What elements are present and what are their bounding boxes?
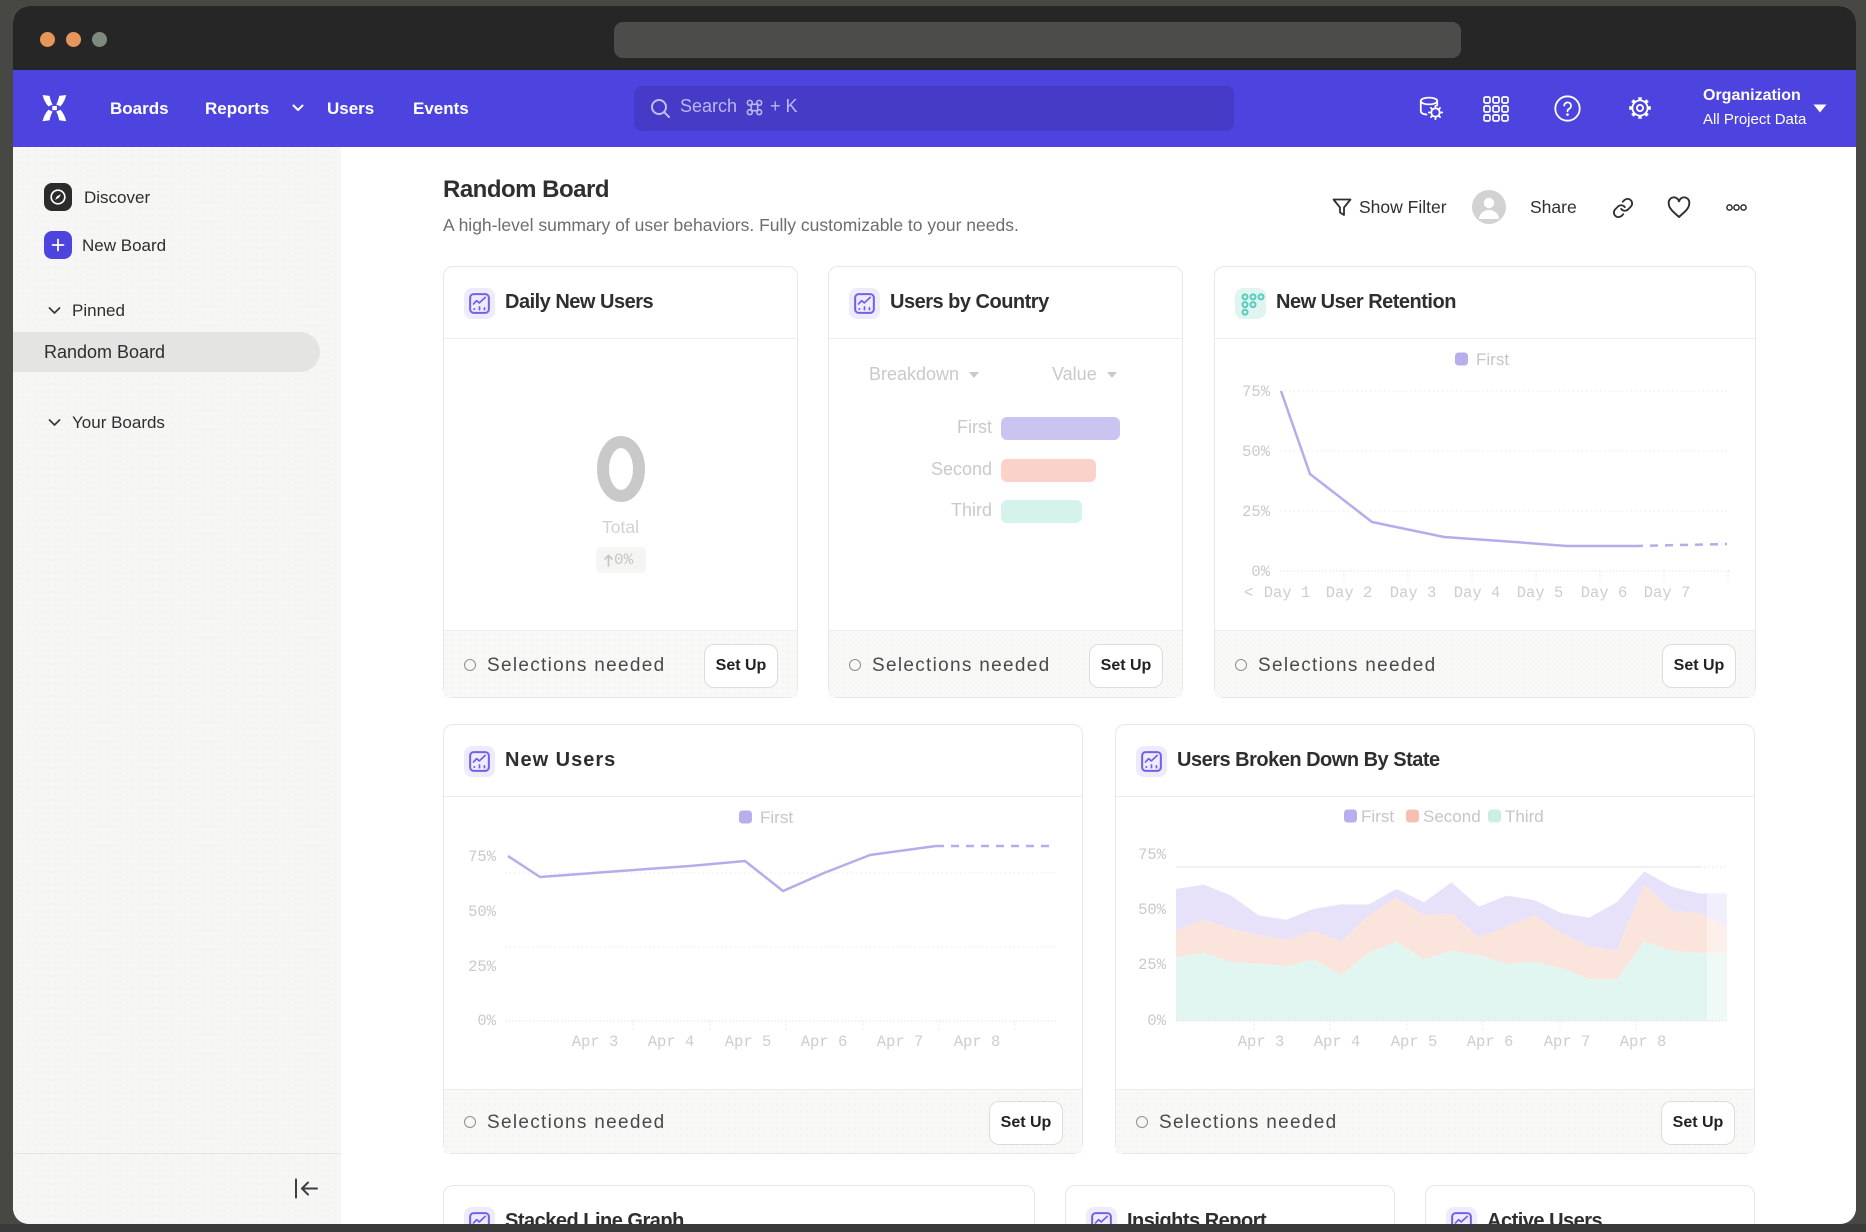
svg-text:75%: 75% xyxy=(1242,383,1271,401)
svg-text:25%: 25% xyxy=(468,958,497,976)
svg-text:Apr 5: Apr 5 xyxy=(1391,1033,1438,1051)
svg-text:Day 7: Day 7 xyxy=(1644,584,1691,602)
svg-text:Apr 7: Apr 7 xyxy=(877,1033,924,1051)
svg-text:0%: 0% xyxy=(1147,1012,1166,1030)
svg-text:Apr 5: Apr 5 xyxy=(725,1033,772,1051)
svg-text:Second: Second xyxy=(1423,807,1481,826)
svg-text:Day 1: Day 1 xyxy=(1264,584,1311,602)
svg-text:0%: 0% xyxy=(477,1012,496,1030)
svg-text:Apr 4: Apr 4 xyxy=(648,1033,695,1051)
svg-text:Apr 6: Apr 6 xyxy=(801,1033,848,1051)
svg-text:Apr 3: Apr 3 xyxy=(1238,1033,1285,1051)
svg-text:Third: Third xyxy=(1505,807,1544,826)
svg-text:Apr 3: Apr 3 xyxy=(572,1033,619,1051)
svg-text:50%: 50% xyxy=(1138,901,1167,919)
svg-text:Day 6: Day 6 xyxy=(1581,584,1628,602)
svg-text:First: First xyxy=(1476,350,1509,369)
svg-text:Day 3: Day 3 xyxy=(1390,584,1437,602)
svg-text:First: First xyxy=(1361,807,1394,826)
svg-text:50%: 50% xyxy=(468,903,497,921)
svg-text:Apr 7: Apr 7 xyxy=(1544,1033,1591,1051)
svg-text:Apr 6: Apr 6 xyxy=(1467,1033,1514,1051)
svg-text:25%: 25% xyxy=(1138,956,1167,974)
svg-text:50%: 50% xyxy=(1242,443,1271,461)
svg-text:Apr 4: Apr 4 xyxy=(1314,1033,1361,1051)
svg-text:<: < xyxy=(1244,584,1253,602)
svg-text:Day 2: Day 2 xyxy=(1326,584,1373,602)
svg-text:First: First xyxy=(760,808,793,827)
svg-text:Day 4: Day 4 xyxy=(1454,584,1501,602)
svg-text:Apr 8: Apr 8 xyxy=(954,1033,1001,1051)
svg-text:25%: 25% xyxy=(1242,503,1271,521)
svg-text:75%: 75% xyxy=(1138,846,1167,864)
svg-text:Apr 8: Apr 8 xyxy=(1620,1033,1667,1051)
svg-text:75%: 75% xyxy=(468,848,497,866)
svg-text:Day 5: Day 5 xyxy=(1517,584,1564,602)
svg-text:0%: 0% xyxy=(1251,563,1270,581)
